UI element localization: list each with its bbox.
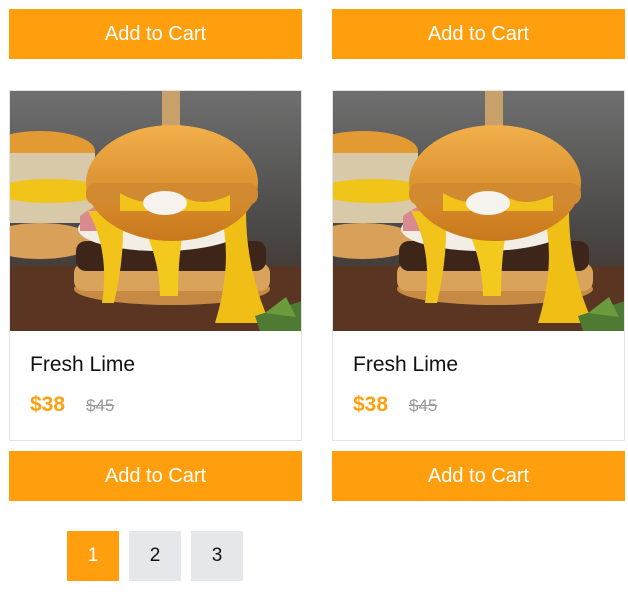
product-card: Fresh Lime $38 $45: [9, 90, 302, 441]
product-old-price: $45: [409, 396, 438, 415]
product-card: Fresh Lime $38 $45: [332, 90, 625, 441]
burger-image: [333, 91, 624, 331]
pagination-page-2[interactable]: 2: [129, 531, 181, 581]
product-old-price: $45: [86, 396, 115, 415]
pagination-page-1[interactable]: 1: [67, 531, 119, 581]
add-to-cart-button[interactable]: Add to Cart: [9, 9, 302, 59]
product-title: Fresh Lime: [30, 353, 136, 376]
pagination-page-3[interactable]: 3: [191, 531, 243, 581]
burger-image: [10, 91, 301, 331]
product-title: Fresh Lime: [353, 353, 459, 376]
add-to-cart-button[interactable]: Add to Cart: [332, 9, 625, 59]
add-to-cart-button[interactable]: Add to Cart: [9, 451, 302, 501]
product-price: $38: [353, 393, 389, 416]
product-price: $38: [30, 393, 66, 416]
add-to-cart-button[interactable]: Add to Cart: [332, 451, 625, 501]
